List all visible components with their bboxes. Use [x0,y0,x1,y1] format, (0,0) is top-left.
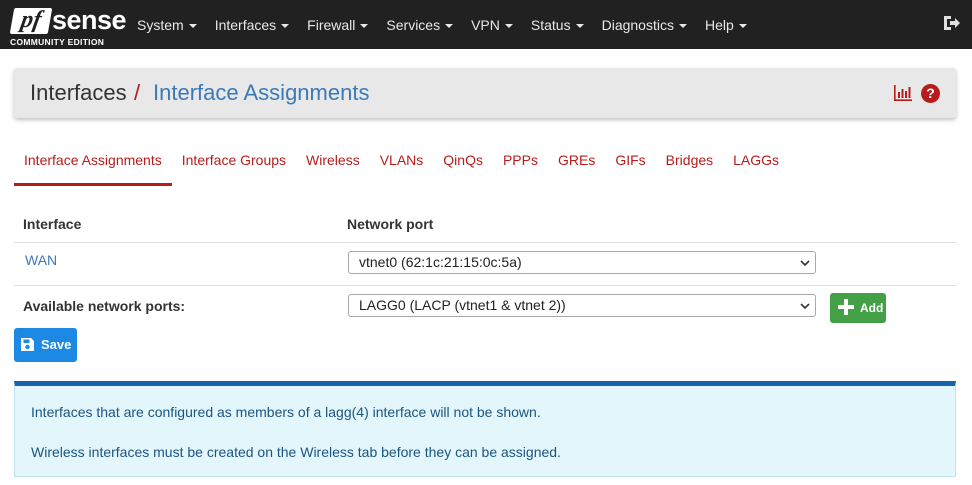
info-alert: Interfaces that are configured as member… [14,381,956,477]
breadcrumb-interfaces: Interfaces [30,80,127,105]
menu-label: Help [704,16,734,33]
menu-label: Interfaces [214,16,277,33]
breadcrumb-separator: / [134,80,141,105]
tab-vlans[interactable]: VLANs [370,144,434,186]
logo-sense-text: sense [52,5,127,35]
select-value: vtnet0 (62:1c:21:15:0c:5a) [359,254,522,270]
tab-interface-groups[interactable]: Interface Groups [172,144,296,186]
menu-label: VPN [471,16,500,33]
tab-ppps[interactable]: PPPs [493,144,548,186]
add-button-label: Add [860,301,884,315]
caret-down-icon [360,23,369,28]
interface-link-wan[interactable]: WAN [25,252,57,268]
tab-laggs[interactable]: LAGGs [723,144,789,186]
menu-label: Firewall [307,16,356,33]
caret-down-icon [575,23,584,28]
menu-system[interactable]: System [128,0,206,49]
caret-down-icon [281,23,290,28]
menu-label: System [137,16,184,33]
plus-icon [838,299,854,315]
logo-pf-mark: pf [9,7,53,34]
tab-qinqs[interactable]: QinQs [433,144,493,186]
add-button[interactable]: Add [830,293,886,323]
chevron-down-icon [800,303,810,310]
tab-interface-assignments[interactable]: Interface Assignments [14,144,172,186]
help-icon[interactable]: ? [921,84,940,103]
caret-down-icon [678,23,687,28]
menu-label: Status [530,16,571,33]
info-text-wireless: Wireless interfaces must be created on t… [31,444,561,460]
caret-down-icon [188,23,197,28]
chevron-down-icon [800,260,810,267]
menu-interfaces[interactable]: Interfaces [206,0,298,49]
menu-label: Diagnostics [601,16,674,33]
menu-help[interactable]: Help [696,0,756,49]
bar-chart-icon[interactable] [894,85,912,101]
select-value: LAGG0 (LACP (vtnet1 & vtnet 2)) [359,297,566,313]
caret-down-icon [445,23,454,28]
caret-down-icon [504,23,513,28]
page-header-panel: Interfaces / Interface Assignments ? [14,68,956,118]
available-ports-label: Available network ports: [23,298,186,314]
menu-services[interactable]: Services [377,0,462,49]
table-row: WAN vtnet0 (62:1c:21:15:0c:5a) [14,243,956,286]
save-icon [21,338,34,351]
tab-bridges[interactable]: Bridges [656,144,723,186]
caret-down-icon [738,23,747,28]
logout-icon[interactable] [942,14,960,32]
tab-wireless[interactable]: Wireless [296,144,370,186]
tab-gifs[interactable]: GIFs [605,144,655,186]
available-ports-row: Available network ports: LAGG0 (LACP (vt… [14,286,956,326]
top-navbar: pf sense COMMUNITY EDITION System Interf… [0,0,972,49]
column-header-network-port: Network port [347,216,434,232]
interface-assignments-table: Interface Network port WAN vtnet0 (62:1c… [14,204,956,323]
info-text-lagg: Interfaces that are configured as member… [31,404,541,420]
breadcrumb-interface-assignments[interactable]: Interface Assignments [153,80,369,106]
available-port-select[interactable]: LAGG0 (LACP (vtnet1 & vtnet 2)) [348,294,816,317]
tab-gres[interactable]: GREs [548,144,605,186]
tab-bar: Interface Assignments Interface Groups W… [14,144,789,186]
table-header-row: Interface Network port [14,204,956,243]
menu-vpn[interactable]: VPN [462,0,522,49]
menu-firewall[interactable]: Firewall [298,0,377,49]
logo-edition-text: COMMUNITY EDITION [10,37,105,47]
save-button[interactable]: Save [14,328,77,362]
pfsense-logo[interactable]: pf sense COMMUNITY EDITION [9,5,127,47]
main-menu: System Interfaces Firewall Services VPN … [128,0,756,49]
menu-diagnostics[interactable]: Diagnostics [593,0,696,49]
wan-port-select[interactable]: vtnet0 (62:1c:21:15:0c:5a) [348,251,816,274]
save-button-label: Save [41,337,72,352]
menu-label: Services [386,16,441,33]
column-header-interface: Interface [23,216,82,232]
menu-status[interactable]: Status [522,0,593,49]
